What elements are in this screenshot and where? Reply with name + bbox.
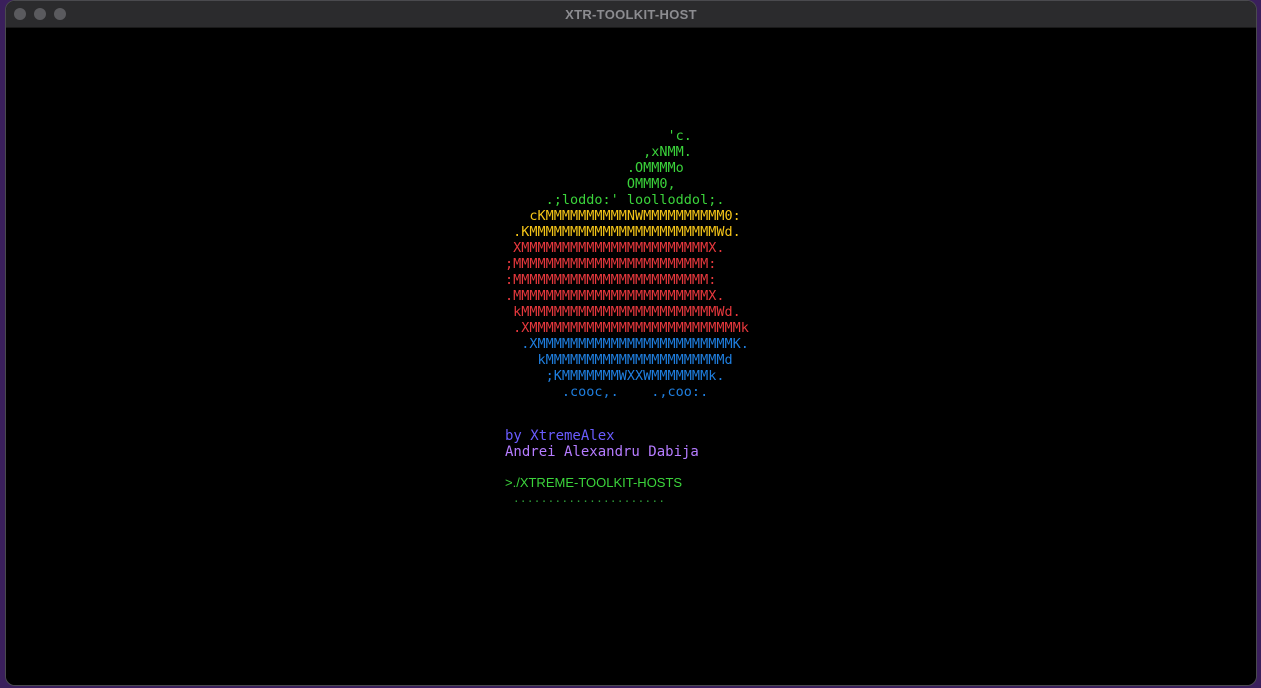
logo-line: OMMM0, xyxy=(505,176,676,192)
logo-line: :MMMMMMMMMMMMMMMMMMMMMMMM: xyxy=(505,272,717,288)
logo-line: kMMMMMMMMMMMMMMMMMMMMMMd xyxy=(505,352,733,368)
author-name: Andrei Alexandru Dabija xyxy=(505,444,699,460)
ascii-apple-logo: 'c. ,xNMM. .OMMMMo OMMM0, .;loddo:' lool… xyxy=(505,128,749,400)
logo-line: ;KMMMMMMMWXXWMMMMMMMk. xyxy=(505,368,725,384)
logo-line: ,xNMM. xyxy=(505,144,692,160)
logo-line: .cooc,. .,coo:. xyxy=(505,384,709,400)
logo-line: .OMMMMo xyxy=(505,160,684,176)
logo-line: kMMMMMMMMMMMMMMMMMMMMMMMMWd. xyxy=(505,304,741,320)
logo-line: ;MMMMMMMMMMMMMMMMMMMMMMMM: xyxy=(505,256,717,272)
progress-dots: ...................... xyxy=(513,492,666,505)
logo-line: XMMMMMMMMMMMMMMMMMMMMMMMX. xyxy=(505,240,725,256)
logo-line: .XMMMMMMMMMMMMMMMMMMMMMMMMMMk xyxy=(505,320,749,336)
author-handle: by XtremeAlex xyxy=(505,428,615,444)
window-title: XTR-TOOLKIT-HOST xyxy=(565,7,697,22)
logo-line: .XMMMMMMMMMMMMMMMMMMMMMMMMK. xyxy=(505,336,749,352)
command-line: >./XTREME-TOOLKIT-HOSTS xyxy=(505,475,683,490)
terminal-content[interactable]: 'c. ,xNMM. .OMMMMo OMMM0, .;loddo:' lool… xyxy=(6,28,1256,685)
terminal-window: XTR-TOOLKIT-HOST 'c. ,xNMM. .OMMMMo OMMM… xyxy=(5,0,1257,686)
logo-line: .MMMMMMMMMMMMMMMMMMMMMMMMX. xyxy=(505,288,725,304)
logo-line: 'c. xyxy=(505,128,692,144)
logo-line: .;loddo:' loolloddol;. xyxy=(505,192,725,208)
logo-line: .KMMMMMMMMMMMMMMMMMMMMMMMWd. xyxy=(505,224,741,240)
logo-line: cKMMMMMMMMMMNWMMMMMMMMMM0: xyxy=(505,208,741,224)
title-bar[interactable]: XTR-TOOLKIT-HOST xyxy=(6,1,1256,28)
